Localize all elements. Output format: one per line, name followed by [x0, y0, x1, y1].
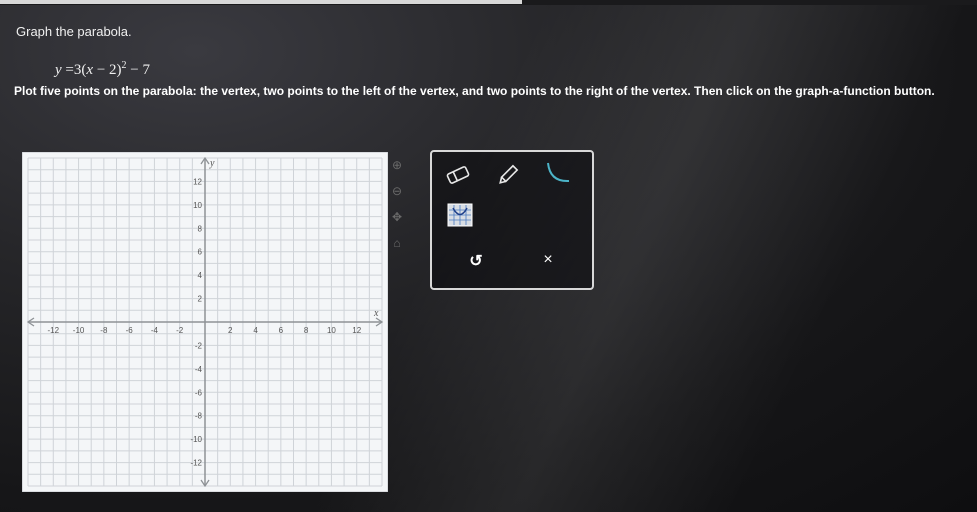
x-tick-label: 12: [352, 326, 361, 335]
y-tick-label: 4: [198, 271, 203, 280]
y-tick-label: 2: [198, 295, 203, 304]
eraser-tool-button[interactable]: [444, 162, 472, 188]
x-tick-label: -8: [100, 326, 108, 335]
undo-button[interactable]: ↺: [462, 248, 490, 274]
x-tick-label: -4: [151, 326, 159, 335]
coordinate-grid[interactable]: x y -12 -10 -8 -6 -4 -2 2 4 6 8 10 12 12 10 8 6 4 2 -2 -4 -6 -8…: [22, 152, 388, 492]
progress-bar: [0, 0, 977, 5]
zoom-in-icon[interactable]: ⊕: [390, 158, 404, 172]
parabola-tool-button[interactable]: [544, 160, 572, 186]
y-tick-label: -12: [190, 459, 202, 468]
instruction-text: Plot five points on the parabola: the ve…: [14, 84, 935, 98]
equation: y =3(x − 2)2 − 7: [55, 60, 150, 79]
eq-h: 2: [109, 62, 117, 78]
x-tick-label: -2: [176, 326, 184, 335]
pencil-tool-button[interactable]: [494, 162, 522, 188]
zoom-out-icon[interactable]: ⊖: [390, 184, 404, 198]
x-tick-label: 4: [253, 326, 258, 335]
y-axis-label: y: [209, 158, 215, 169]
eq-minus: −: [93, 62, 110, 78]
graph-controls: ⊕ ⊖ ✥ ⌂: [390, 158, 406, 262]
x-axis-label: x: [373, 308, 379, 319]
home-icon[interactable]: ⌂: [390, 236, 404, 250]
eq-lhs: y: [55, 62, 62, 78]
eq-equals: =: [65, 62, 74, 78]
y-tick-label: -2: [195, 341, 203, 350]
clear-icon: ×: [543, 251, 553, 268]
x-tick-label: -12: [48, 326, 60, 335]
graphing-toolbox: ↺ ×: [430, 150, 594, 290]
graph-a-function-icon: [447, 203, 473, 227]
y-tick-label: 6: [198, 248, 203, 257]
y-tick-label: -10: [190, 435, 202, 444]
y-tick-label: 10: [193, 201, 202, 210]
y-tick-label: -8: [195, 412, 203, 421]
graph-a-function-button[interactable]: [446, 202, 474, 228]
x-tick-label: 6: [279, 326, 284, 335]
eq-tail: − 7: [126, 62, 150, 78]
move-icon[interactable]: ✥: [390, 210, 404, 224]
x-tick-label: -10: [73, 326, 85, 335]
y-tick-label: 12: [193, 177, 202, 186]
y-tick-label: -6: [195, 388, 203, 397]
x-tick-label: 8: [304, 326, 309, 335]
x-tick-label: -6: [126, 326, 134, 335]
progress-fill: [0, 0, 522, 4]
eraser-icon: [446, 166, 470, 184]
parabola-curve-icon: [547, 162, 570, 183]
x-tick-label: 10: [327, 326, 336, 335]
y-tick-label: 8: [198, 224, 203, 233]
clear-button[interactable]: ×: [534, 247, 562, 273]
x-tick-label: 2: [228, 326, 233, 335]
pencil-icon: [499, 164, 519, 184]
y-tick-label: -4: [195, 365, 203, 374]
question-prompt: Graph the parabola.: [16, 24, 132, 39]
undo-icon: ↺: [469, 253, 483, 270]
